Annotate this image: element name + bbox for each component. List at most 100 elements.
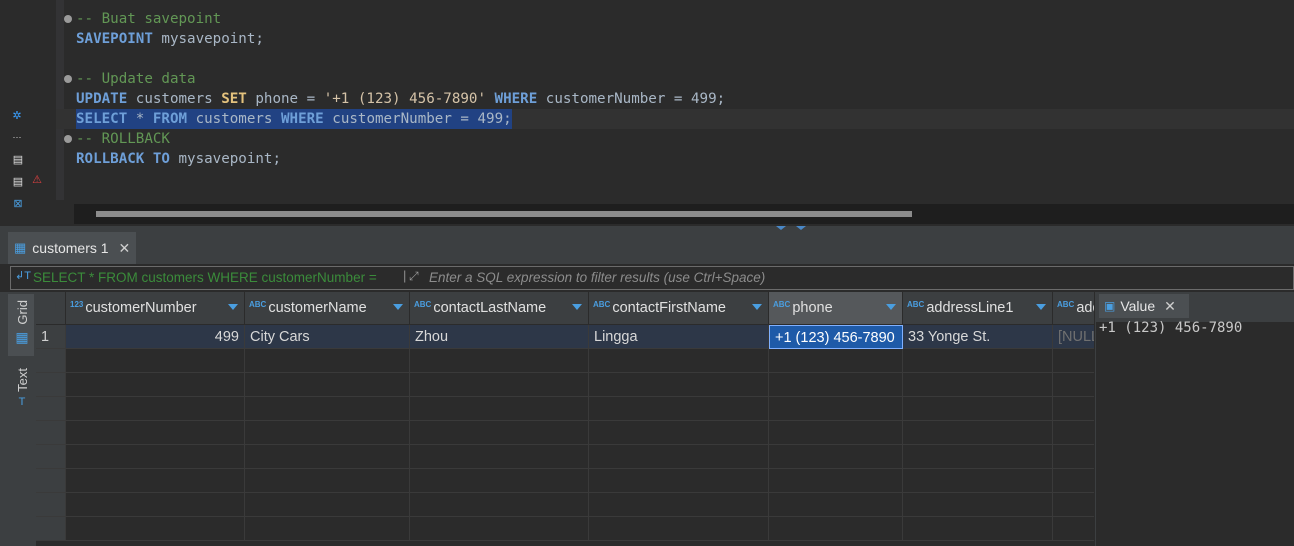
cell-phone[interactable]: +1 (123) 456-7890 (769, 325, 903, 349)
empty-cell (903, 349, 1053, 373)
code-line-2[interactable]: SAVEPOINT mysavepoint; (76, 29, 264, 49)
empty-row (36, 397, 1094, 421)
empty-cell (769, 493, 903, 517)
sort-icon[interactable] (572, 304, 582, 310)
empty-cell (769, 421, 903, 445)
empty-cell (903, 421, 1053, 445)
column-name: addressLine2 (1076, 300, 1094, 316)
execute-script-icon[interactable]: ▤ (12, 152, 24, 166)
sort-icon[interactable] (886, 304, 896, 310)
script-error-icon[interactable]: ▤ (12, 174, 24, 188)
filter-history-icon[interactable]: ↲T (15, 269, 31, 282)
empty-cell (36, 349, 66, 373)
code-line-5[interactable]: UPDATE customers SET phone = '+1 (123) 4… (76, 89, 725, 109)
collapse-arrow-icon[interactable] (796, 226, 806, 230)
cell-contactfirstname[interactable]: Lingga (589, 325, 769, 349)
code-line-1[interactable]: -- Buat savepoint (76, 9, 221, 29)
empty-cell (769, 373, 903, 397)
empty-cell (245, 349, 410, 373)
code-line-6-selected[interactable]: SELECT * FROM customers WHERE customerNu… (76, 109, 512, 129)
scrollbar-thumb[interactable] (96, 211, 912, 217)
close-icon[interactable]: ✕ (119, 240, 131, 257)
empty-cell (36, 445, 66, 469)
sql-editor[interactable]: ✲ ⋯ ▤ ▤ ⚠ ⊠ -- Buat savepoint SAVEPOINT … (0, 0, 1294, 228)
empty-cell (36, 517, 66, 541)
tab-text-label: Text (14, 368, 30, 392)
column-header-contactfirstname[interactable]: ABC contactFirstName (589, 292, 769, 324)
text-icon: T (18, 395, 26, 408)
more-icon[interactable]: ⋯ (11, 130, 23, 144)
identifier: customers (187, 111, 282, 127)
fold-marker[interactable] (64, 75, 72, 83)
corner-cell[interactable] (36, 292, 66, 324)
cell-addressline1[interactable]: 33 Yonge St. (903, 325, 1053, 349)
filter-input[interactable]: Enter a SQL expression to filter results… (429, 270, 765, 285)
empty-cell (769, 469, 903, 493)
sort-icon[interactable] (752, 304, 762, 310)
keyword: FROM (152, 111, 188, 127)
tab-customers-1[interactable]: ▦ customers 1 ✕ (8, 232, 136, 264)
code-line-7[interactable]: -- ROLLBACK (76, 129, 170, 149)
fold-marker[interactable] (64, 15, 72, 23)
empty-cell (245, 493, 410, 517)
code-line-4[interactable]: -- Update data (76, 69, 196, 89)
results-grid[interactable]: 123 customerNumber ABC customerName ABC … (36, 292, 1094, 546)
empty-cell (36, 397, 66, 421)
sort-icon[interactable] (1036, 304, 1046, 310)
identifier: customerNumber = 499; (537, 91, 726, 107)
value-content[interactable]: +1 (123) 456-7890 (1099, 320, 1242, 336)
empty-cell (245, 373, 410, 397)
empty-cell (1053, 349, 1094, 373)
cell-addressline2[interactable]: [NULL] (1053, 325, 1094, 349)
expand-icon[interactable]: ⤢ (409, 269, 419, 284)
column-header-contactlastname[interactable]: ABC contactLastName (410, 292, 589, 324)
column-header-addressline1[interactable]: ABC addressLine1 (903, 292, 1053, 324)
collapse-arrow-icon[interactable] (776, 226, 786, 230)
identifier: * (127, 111, 153, 127)
filter-bar[interactable]: ↲T SELECT * FROM customers WHERE custome… (10, 266, 1294, 290)
tab-grid-label: Grid (14, 300, 30, 325)
empty-cell (410, 493, 589, 517)
empty-cell (66, 469, 245, 493)
keyword: TO (144, 151, 170, 167)
empty-cell (410, 517, 589, 541)
table-row[interactable]: 1 499 City Cars Zhou Lingga +1 (123) 456… (36, 325, 1094, 349)
identifier: mysavepoint; (169, 151, 282, 167)
identifier: customers (127, 91, 222, 107)
tab-text[interactable]: Text T (10, 368, 34, 408)
close-icon[interactable]: ✕ (1164, 298, 1176, 315)
keyword: SET (221, 91, 247, 107)
string-literal: '+1 (123) 456-7890' (323, 91, 487, 107)
variables-icon[interactable]: ⊠ (12, 196, 24, 210)
tab-grid[interactable]: Grid ▦ (10, 300, 34, 346)
cell-customername[interactable]: City Cars (245, 325, 410, 349)
empty-cell (589, 517, 769, 541)
empty-cell (589, 445, 769, 469)
empty-cell (66, 493, 245, 517)
tab-value[interactable]: ▣ Value ✕ (1099, 294, 1189, 318)
cell-customernumber[interactable]: 499 (66, 325, 245, 349)
empty-cell (410, 445, 589, 469)
cell-contactlastname[interactable]: Zhou (410, 325, 589, 349)
column-header-phone[interactable]: ABC phone (769, 292, 903, 324)
code-line-8[interactable]: ROLLBACK TO mysavepoint; (76, 149, 281, 169)
column-header-addressline2[interactable]: ABC addressLine2 (1053, 292, 1094, 324)
view-mode-tabs: Grid ▦ Text T (0, 292, 36, 546)
text-type-icon: ABC (773, 300, 791, 309)
column-header-customernumber[interactable]: 123 customerNumber (66, 292, 245, 324)
empty-cell (1053, 421, 1094, 445)
empty-cell (410, 373, 589, 397)
column-name: contactLastName (433, 300, 547, 316)
empty-row (36, 421, 1094, 445)
row-number[interactable]: 1 (36, 325, 66, 349)
text-type-icon: ABC (249, 300, 267, 309)
grid-icon: ▦ (15, 328, 29, 345)
column-header-customername[interactable]: ABC customerName (245, 292, 410, 324)
sort-icon[interactable] (228, 304, 238, 310)
sort-icon[interactable] (393, 304, 403, 310)
fold-marker[interactable] (64, 135, 72, 143)
empty-cell (66, 397, 245, 421)
empty-cell (66, 373, 245, 397)
gear-icon[interactable]: ✲ (11, 108, 23, 122)
comment: -- Update data (76, 71, 196, 87)
